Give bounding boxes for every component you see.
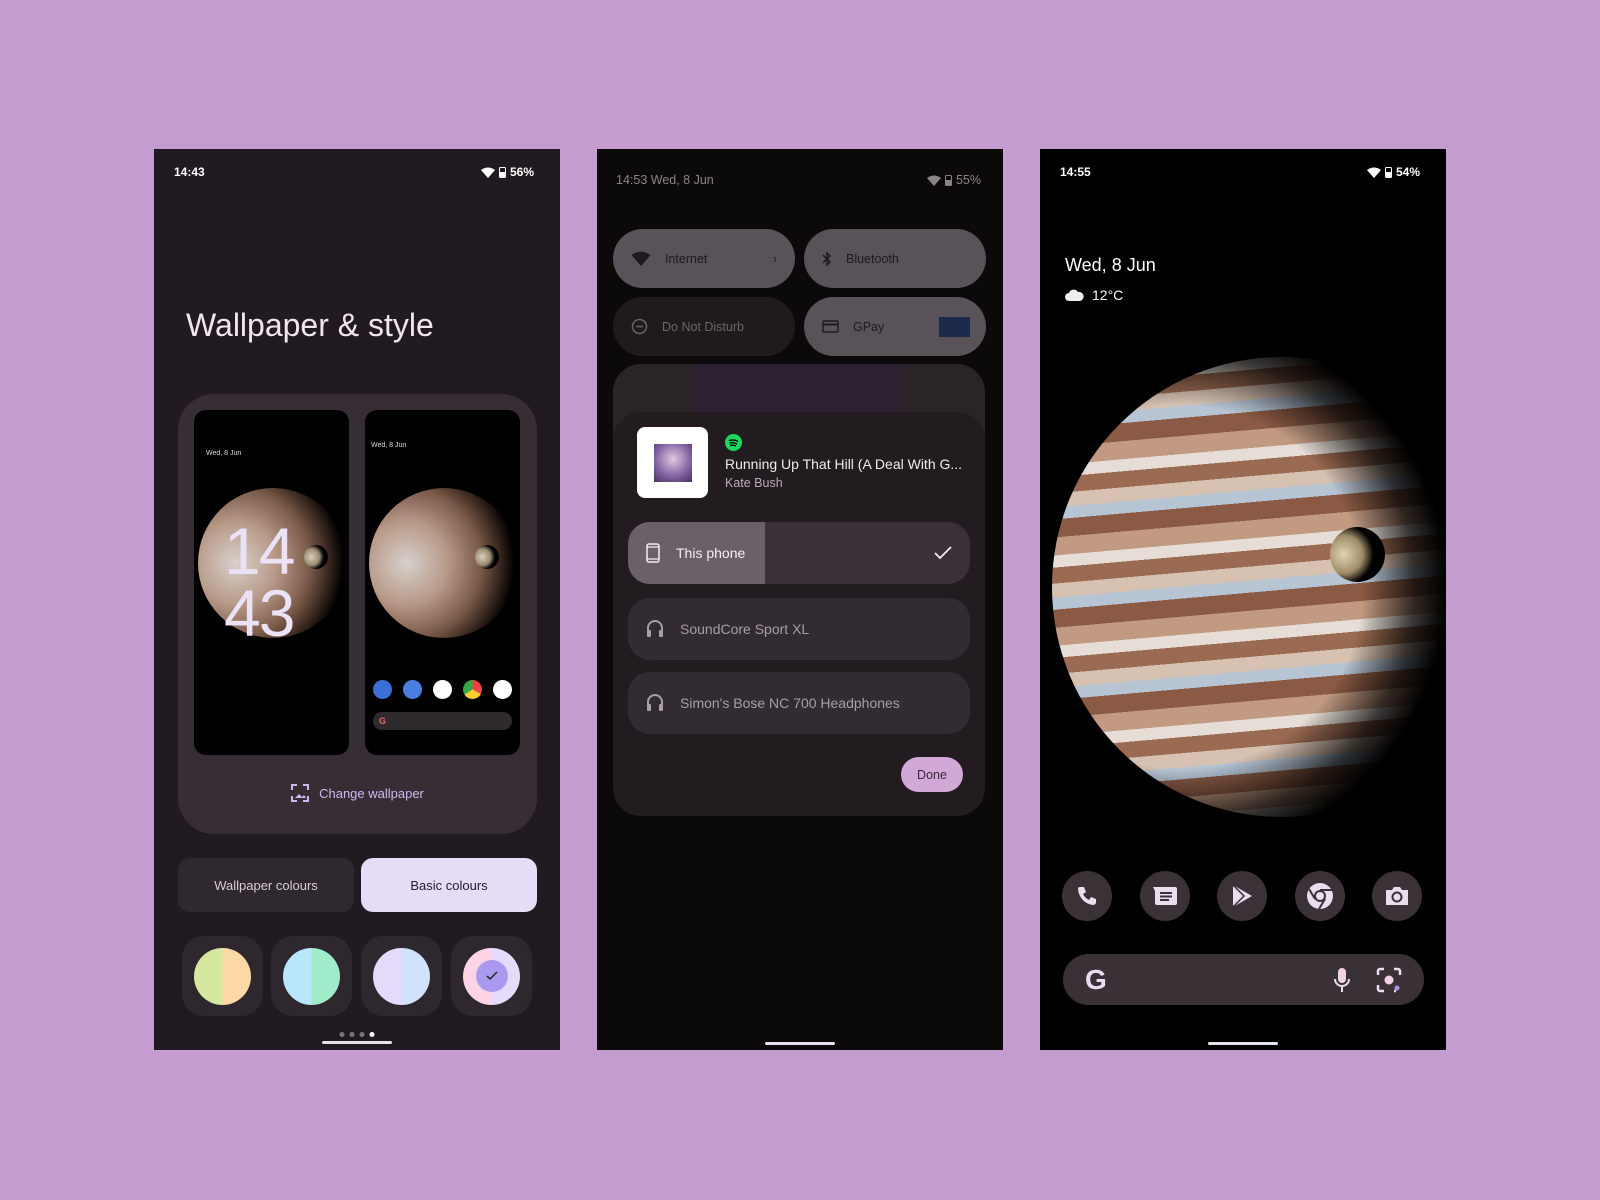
track-title: Running Up That Hill (A Deal With G... — [725, 456, 963, 472]
tile-label: Do Not Disturb — [662, 319, 744, 334]
messages-icon — [403, 680, 422, 699]
battery-level: 56% — [509, 165, 534, 179]
battery-level: 54% — [1395, 165, 1420, 179]
chrome-icon — [463, 680, 482, 699]
tile-label: Bluetooth — [846, 251, 899, 266]
dnd-icon — [631, 318, 648, 335]
tile-label: Internet — [665, 251, 708, 266]
weather-widget[interactable]: 12°C — [1065, 287, 1123, 303]
temperature: 12°C — [1092, 287, 1124, 303]
status-time: 14:55 — [1060, 165, 1091, 179]
wallpaper-icon — [291, 784, 310, 802]
chevron-right-icon: › — [772, 251, 777, 266]
home-bar[interactable] — [1208, 1042, 1278, 1045]
cloud-icon — [1065, 289, 1084, 301]
chrome-icon — [1307, 883, 1333, 910]
headphones-icon — [647, 620, 663, 637]
tab-basic-colours[interactable]: Basic colours — [361, 858, 537, 912]
lock-screen-preview[interactable]: Wed, 8 Jun 14 43 — [194, 410, 349, 755]
media-output-dialog: Running Up That Hill (A Deal With G... K… — [613, 412, 985, 816]
messages-icon — [1153, 887, 1177, 905]
planet-wallpaper — [1052, 357, 1446, 817]
play-store-icon — [433, 680, 452, 699]
home-bar[interactable] — [322, 1041, 392, 1044]
camera-app[interactable] — [1372, 871, 1422, 921]
output-this-phone[interactable]: This phone — [628, 522, 970, 584]
phone-icon — [646, 543, 660, 563]
color-swatch-selected[interactable] — [451, 936, 532, 1016]
chrome-app[interactable] — [1295, 871, 1345, 921]
status-time: 14:43 — [174, 165, 205, 179]
battery-level: 55% — [955, 173, 981, 187]
headphones-icon — [647, 694, 663, 711]
internet-tile[interactable]: Internet › — [613, 229, 795, 288]
check-icon — [934, 546, 952, 560]
google-logo: G — [1085, 963, 1107, 995]
output-soundcore[interactable]: SoundCore Sport XL — [628, 598, 970, 660]
preview-search-bar: G — [373, 712, 512, 730]
color-swatch[interactable] — [361, 936, 442, 1016]
status-bar: 14:55 54% — [1060, 163, 1420, 181]
microphone-icon[interactable] — [1334, 967, 1350, 993]
change-wallpaper-button[interactable]: Change wallpaper — [178, 784, 537, 802]
spotify-icon — [725, 434, 742, 451]
phone-icon — [1078, 887, 1096, 905]
gpay-tile[interactable]: GPay — [804, 297, 986, 356]
wifi-icon — [631, 251, 651, 266]
bluetooth-icon — [822, 250, 832, 267]
moon-image — [475, 545, 499, 569]
preview-date: Wed, 8 Jun — [371, 442, 407, 449]
check-icon — [485, 971, 498, 981]
camera-icon — [493, 680, 512, 699]
preview-date: Wed, 8 Jun — [206, 450, 242, 457]
wifi-icon — [1366, 167, 1381, 178]
preview-clock: 14 43 — [224, 514, 295, 650]
home-screen: 14:55 54% Wed, 8 Jun 12°C G — [1040, 149, 1446, 1050]
messages-app[interactable] — [1140, 871, 1190, 921]
play-store-app[interactable] — [1217, 871, 1267, 921]
wallpaper-style-screen: 14:43 56% Wallpaper & style Wed, 8 Jun 1… — [154, 149, 560, 1050]
status-bar: 14:43 56% — [174, 163, 534, 181]
moon-image — [304, 545, 328, 569]
preview-dock — [373, 680, 512, 699]
color-swatch[interactable] — [271, 936, 352, 1016]
home-screen-preview[interactable]: Wed, 8 Jun G — [365, 410, 520, 755]
home-bar[interactable] — [765, 1042, 835, 1045]
camera-icon — [1386, 887, 1408, 905]
status-bar: 14:53 Wed, 8 Jun 55% — [616, 171, 981, 189]
status-time-date: 14:53 Wed, 8 Jun — [616, 173, 714, 187]
moon-wallpaper — [1330, 527, 1385, 582]
output-bose[interactable]: Simon's Bose NC 700 Headphones — [628, 672, 970, 734]
play-store-icon — [1232, 884, 1252, 908]
lens-icon[interactable] — [1376, 967, 1402, 993]
wallpaper-preview-card: Wed, 8 Jun 14 43 Wed, 8 Jun G Change wall… — [178, 394, 537, 834]
output-label: Simon's Bose NC 700 Headphones — [680, 695, 900, 711]
color-swatch[interactable] — [182, 936, 263, 1016]
tab-wallpaper-colours[interactable]: Wallpaper colours — [178, 858, 354, 912]
phone-icon — [373, 680, 392, 699]
tile-label: GPay — [853, 319, 885, 334]
google-search-bar[interactable]: G — [1063, 954, 1424, 1005]
card-thumbnail — [939, 316, 970, 337]
wifi-icon — [926, 175, 941, 186]
change-wallpaper-label: Change wallpaper — [319, 785, 424, 801]
date-widget[interactable]: Wed, 8 Jun — [1065, 255, 1156, 276]
phone-app[interactable] — [1062, 871, 1112, 921]
output-label: SoundCore Sport XL — [680, 621, 810, 637]
wifi-icon — [480, 167, 495, 178]
battery-icon — [944, 174, 952, 186]
page-title: Wallpaper & style — [186, 307, 434, 343]
quick-settings-screen: 14:53 Wed, 8 Jun 55% Internet › Bluetoot… — [597, 149, 1003, 1050]
done-button[interactable]: Done — [901, 757, 963, 792]
page-indicator — [339, 1032, 375, 1037]
battery-icon — [498, 166, 506, 178]
bluetooth-tile[interactable]: Bluetooth — [804, 229, 986, 288]
battery-icon — [1384, 166, 1392, 178]
do-not-disturb-tile[interactable]: Do Not Disturb — [613, 297, 795, 356]
card-icon — [822, 320, 839, 333]
track-artist: Kate Bush — [725, 476, 783, 490]
output-label: This phone — [676, 545, 746, 561]
album-art — [637, 427, 708, 498]
